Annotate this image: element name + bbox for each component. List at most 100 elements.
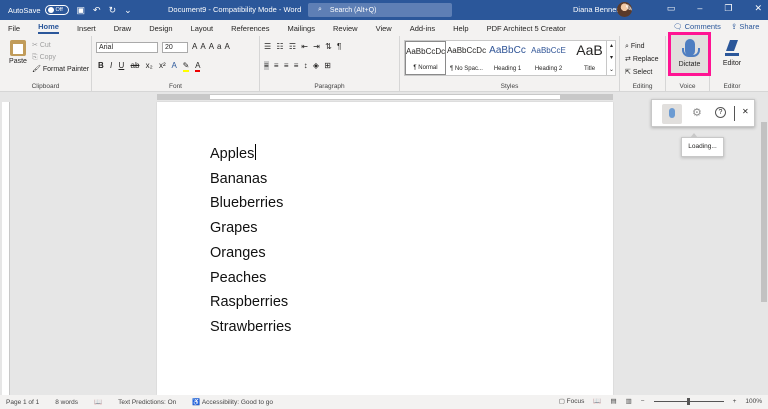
page-info[interactable]: Page 1 of 1 xyxy=(6,399,39,406)
tab-add-ins[interactable]: Add-ins xyxy=(410,24,435,33)
paragraph-group-label: Paragraph xyxy=(314,83,345,90)
zoom-level[interactable]: 100% xyxy=(745,398,762,405)
document-page[interactable]: Apples Bananas Blueberries Grapes Orange… xyxy=(157,102,613,395)
accessibility-status[interactable]: ♿ Accessibility: Good to go xyxy=(192,398,273,406)
proofing-icon[interactable]: 📖 xyxy=(94,398,102,406)
share-button[interactable]: ⇪ Share xyxy=(731,22,759,31)
dictate-button[interactable]: Dictate xyxy=(668,32,711,76)
print-layout-icon[interactable]: ▤ xyxy=(610,397,616,405)
style-heading-1[interactable]: AaBbCc Heading 1 xyxy=(487,41,528,75)
show-formatting-icon[interactable]: ¶ xyxy=(337,42,341,51)
vertical-scrollbar[interactable] xyxy=(760,102,768,395)
paste-button[interactable]: Paste xyxy=(6,40,30,65)
tab-help[interactable]: Help xyxy=(453,24,468,33)
bullets-icon[interactable]: ☰ xyxy=(264,42,271,51)
zoom-slider[interactable] xyxy=(653,397,724,405)
select-button[interactable]: ⇱ Select xyxy=(625,66,659,79)
settings-icon[interactable]: ⚙ xyxy=(692,106,702,119)
line-spacing-icon[interactable]: ↕ xyxy=(304,61,308,70)
style-normal[interactable]: AaBbCcDc ¶ Normal xyxy=(405,41,446,75)
save-icon[interactable]: ▣ xyxy=(77,5,86,16)
tab-pdf-architect[interactable]: PDF Architect 5 Creator xyxy=(487,24,566,33)
justify-icon[interactable]: ≡ xyxy=(294,61,299,70)
search-box[interactable]: ⌕ Search (Alt+Q) xyxy=(308,3,452,17)
tab-insert[interactable]: Insert xyxy=(77,24,96,33)
align-left-icon[interactable]: ≡ xyxy=(264,61,269,70)
chevron-up-icon[interactable]: ▴ xyxy=(607,40,616,52)
autosave-toggle[interactable]: AutoSave Off xyxy=(8,5,69,15)
close-icon[interactable]: ✕ xyxy=(742,107,749,116)
text-effects-icon[interactable]: A xyxy=(171,61,176,70)
tab-mailings[interactable]: Mailings xyxy=(287,24,315,33)
tab-references[interactable]: References xyxy=(231,24,269,33)
tab-home[interactable]: Home xyxy=(38,22,59,34)
customize-toolbar-icon[interactable]: ⌄ xyxy=(124,5,132,16)
tab-design[interactable]: Design xyxy=(149,24,172,33)
cut-button[interactable]: ✂ Cut xyxy=(32,40,89,52)
document-body[interactable]: Apples Bananas Blueberries Grapes Orange… xyxy=(210,142,291,340)
bold-icon[interactable]: B xyxy=(98,61,104,70)
subscript-icon[interactable]: x₂ xyxy=(146,61,153,70)
zoom-out-icon[interactable]: − xyxy=(641,398,645,405)
style-title[interactable]: AaB Title xyxy=(569,41,610,75)
style-heading-2[interactable]: AaBbCcE Heading 2 xyxy=(528,41,569,75)
focus-button[interactable]: ▢ Focus xyxy=(559,397,585,405)
read-mode-icon[interactable]: 📖 xyxy=(593,397,601,405)
tab-file[interactable]: File xyxy=(8,24,20,33)
tab-view[interactable]: View xyxy=(376,24,392,33)
align-center-icon[interactable]: ≡ xyxy=(274,61,279,70)
zoom-in-icon[interactable]: + xyxy=(733,398,737,405)
format-painter-button[interactable]: 🖌 Format Painter xyxy=(32,64,89,76)
user-name[interactable]: Diana Benner xyxy=(573,5,619,14)
tab-draw[interactable]: Draw xyxy=(114,24,132,33)
more-styles-icon[interactable]: ⌄ xyxy=(607,64,616,76)
decrease-indent-icon[interactable]: ⇤ xyxy=(301,42,308,51)
vertical-ruler[interactable] xyxy=(2,102,10,395)
autosave-state: Off xyxy=(55,7,63,13)
change-case-icon[interactable]: Aa xyxy=(209,42,225,51)
paste-label: Paste xyxy=(9,58,27,65)
borders-icon[interactable]: ⊞ xyxy=(324,61,331,70)
web-layout-icon[interactable]: ▥ xyxy=(626,397,632,405)
shrink-font-icon[interactable]: A xyxy=(200,42,208,51)
underline-icon[interactable]: U xyxy=(118,61,124,70)
maximize-icon[interactable]: ❐ xyxy=(724,3,732,14)
clear-formatting-icon[interactable]: A xyxy=(224,42,232,51)
superscript-icon[interactable]: x² xyxy=(159,61,166,70)
shading-icon[interactable]: ◈ xyxy=(313,61,319,70)
scrollbar-thumb[interactable] xyxy=(761,122,767,302)
ribbon-display-icon[interactable]: ▭ xyxy=(667,3,676,14)
copy-button[interactable]: ⎘ Copy xyxy=(32,52,89,64)
strikethrough-icon[interactable]: ab xyxy=(131,61,140,70)
style-no-spacing[interactable]: AaBbCcDc ¶ No Spac... xyxy=(446,41,487,75)
highlight-icon[interactable]: ✎ xyxy=(182,61,190,72)
undo-icon[interactable]: ↶ xyxy=(93,5,101,16)
minimize-icon[interactable]: – xyxy=(697,3,702,14)
tab-review[interactable]: Review xyxy=(333,24,358,33)
close-icon[interactable]: ✕ xyxy=(754,3,762,14)
comments-button[interactable]: 🗨 Comments xyxy=(673,22,721,31)
microphone-icon[interactable] xyxy=(662,104,682,124)
help-icon[interactable]: ? xyxy=(715,107,726,118)
font-color-icon[interactable]: A xyxy=(195,61,201,72)
chevron-down-icon[interactable]: ▾ xyxy=(607,52,616,64)
align-right-icon[interactable]: ≡ xyxy=(284,61,289,70)
zoom-slider-thumb[interactable] xyxy=(686,397,690,405)
italic-icon[interactable]: I xyxy=(110,61,112,70)
sort-icon[interactable]: ⇅ xyxy=(325,42,332,51)
autosave-switch[interactable]: Off xyxy=(44,5,69,15)
numbering-icon[interactable]: ☷ xyxy=(276,42,283,51)
word-count[interactable]: 8 words xyxy=(55,399,78,406)
increase-indent-icon[interactable]: ⇥ xyxy=(313,42,320,51)
font-name-select[interactable]: Arial xyxy=(96,42,158,53)
pen-icon[interactable]: ✎ xyxy=(625,3,633,14)
editor-button[interactable]: Editor xyxy=(712,40,752,67)
styles-scroll[interactable]: ▴ ▾ ⌄ xyxy=(606,40,616,76)
redo-icon[interactable]: ↻ xyxy=(109,5,117,16)
multilevel-list-icon[interactable]: ☶ xyxy=(289,42,296,51)
find-button[interactable]: ⌕ Find xyxy=(625,40,659,53)
replace-button[interactable]: ⇄ Replace xyxy=(625,53,659,66)
text-predictions[interactable]: Text Predictions: On xyxy=(118,399,176,406)
tab-layout[interactable]: Layout xyxy=(191,24,214,33)
font-size-select[interactable]: 20 xyxy=(162,42,188,53)
